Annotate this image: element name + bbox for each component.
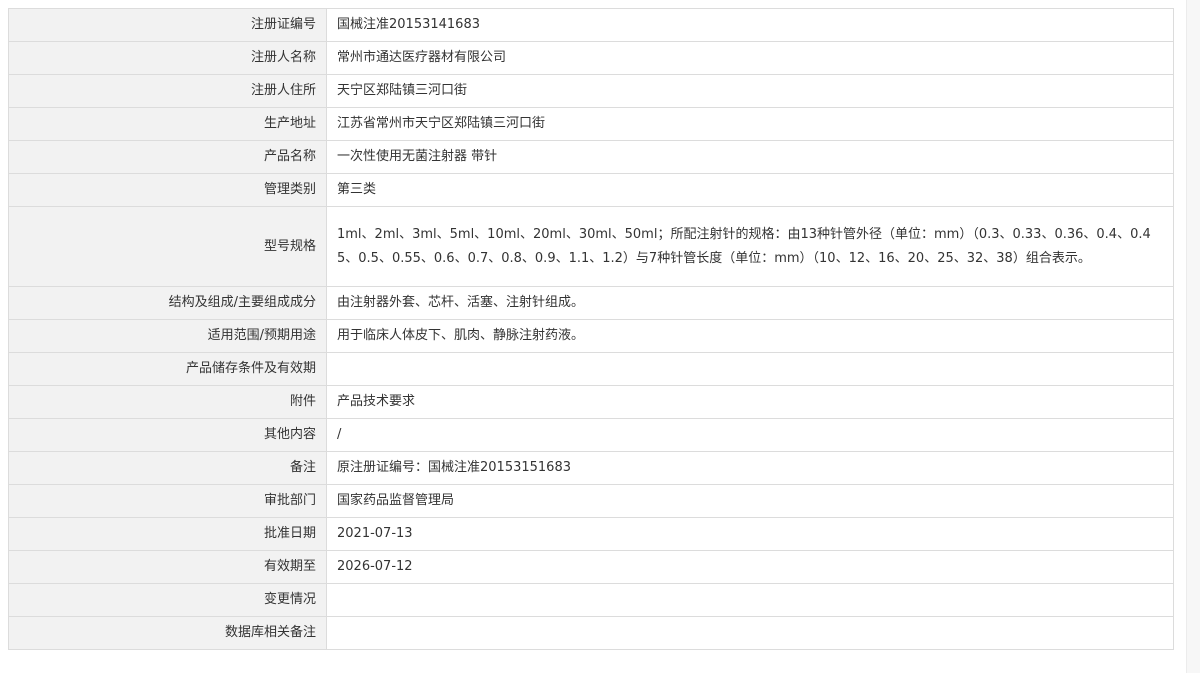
row-value: 常州市通达医疗器材有限公司	[326, 41, 1174, 75]
row-value	[326, 616, 1174, 650]
table-row: 型号规格 1ml、2ml、3ml、5ml、10ml、20ml、30ml、50ml…	[8, 206, 1174, 287]
row-label: 变更情况	[8, 583, 327, 617]
row-label: 型号规格	[8, 206, 327, 287]
row-value: 产品技术要求	[326, 385, 1174, 419]
row-label: 数据库相关备注	[8, 616, 327, 650]
row-label: 产品名称	[8, 140, 327, 174]
row-value: 国家药品监督管理局	[326, 484, 1174, 518]
table-row: 其他内容 /	[8, 418, 1174, 452]
vertical-scrollbar[interactable]	[1186, 0, 1200, 673]
row-label: 注册证编号	[8, 8, 327, 42]
row-value: 用于临床人体皮下、肌肉、静脉注射药液。	[326, 319, 1174, 353]
row-label: 其他内容	[8, 418, 327, 452]
row-label: 有效期至	[8, 550, 327, 584]
row-label: 附件	[8, 385, 327, 419]
row-value: 1ml、2ml、3ml、5ml、10ml、20ml、30ml、50ml；所配注射…	[326, 206, 1174, 287]
row-value: 原注册证编号：国械注准20153151683	[326, 451, 1174, 485]
table-row: 有效期至 2026-07-12	[8, 550, 1174, 584]
row-label: 注册人名称	[8, 41, 327, 75]
table-row: 产品名称 一次性使用无菌注射器 带针	[8, 140, 1174, 174]
table-row: 批准日期 2021-07-13	[8, 517, 1174, 551]
row-label: 生产地址	[8, 107, 327, 141]
row-label: 适用范围/预期用途	[8, 319, 327, 353]
table-row: 数据库相关备注	[8, 616, 1174, 650]
row-label: 管理类别	[8, 173, 327, 207]
table-row: 注册证编号 国械注准20153141683	[8, 8, 1174, 42]
row-label: 备注	[8, 451, 327, 485]
row-value: 国械注准20153141683	[326, 8, 1174, 42]
table-row: 备注 原注册证编号：国械注准20153151683	[8, 451, 1174, 485]
table-row: 生产地址 江苏省常州市天宁区郑陆镇三河口街	[8, 107, 1174, 141]
row-value	[326, 352, 1174, 386]
row-value: 2021-07-13	[326, 517, 1174, 551]
table-row: 结构及组成/主要组成成分 由注射器外套、芯杆、活塞、注射针组成。	[8, 286, 1174, 320]
row-label: 产品储存条件及有效期	[8, 352, 327, 386]
table-row: 注册人住所 天宁区郑陆镇三河口街	[8, 74, 1174, 108]
detail-panel: 注册证编号 国械注准20153141683 注册人名称 常州市通达医疗器材有限公…	[8, 8, 1174, 650]
table-row: 适用范围/预期用途 用于临床人体皮下、肌肉、静脉注射药液。	[8, 319, 1174, 353]
table-row: 变更情况	[8, 583, 1174, 617]
row-value: 江苏省常州市天宁区郑陆镇三河口街	[326, 107, 1174, 141]
row-label: 审批部门	[8, 484, 327, 518]
table-row: 产品储存条件及有效期	[8, 352, 1174, 386]
row-value: 一次性使用无菌注射器 带针	[326, 140, 1174, 174]
table-row: 注册人名称 常州市通达医疗器材有限公司	[8, 41, 1174, 75]
row-value: 由注射器外套、芯杆、活塞、注射针组成。	[326, 286, 1174, 320]
row-value: /	[326, 418, 1174, 452]
registration-detail-table: 注册证编号 国械注准20153141683 注册人名称 常州市通达医疗器材有限公…	[8, 8, 1174, 650]
row-label: 结构及组成/主要组成成分	[8, 286, 327, 320]
row-value	[326, 583, 1174, 617]
row-label: 批准日期	[8, 517, 327, 551]
table-row: 附件 产品技术要求	[8, 385, 1174, 419]
table-row: 审批部门 国家药品监督管理局	[8, 484, 1174, 518]
table-row: 管理类别 第三类	[8, 173, 1174, 207]
row-value: 第三类	[326, 173, 1174, 207]
row-value: 2026-07-12	[326, 550, 1174, 584]
row-label: 注册人住所	[8, 74, 327, 108]
row-value: 天宁区郑陆镇三河口街	[326, 74, 1174, 108]
